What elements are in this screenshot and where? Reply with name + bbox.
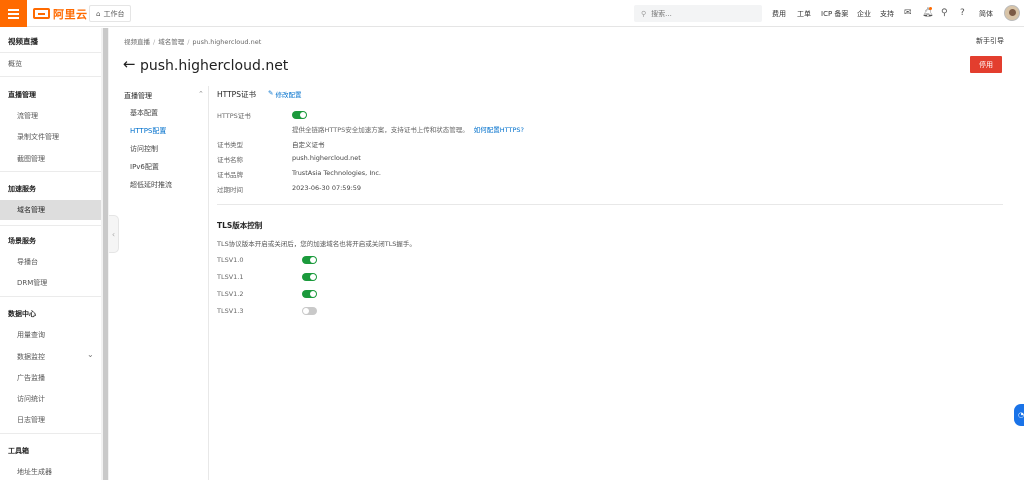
floating-help-button[interactable]: ◔: [1014, 404, 1024, 426]
sidebar-item-monitoring[interactable]: 数据监控: [0, 352, 101, 362]
chevron-down-icon[interactable]: ⌄: [87, 350, 94, 359]
language-switch[interactable]: 简体: [979, 9, 993, 19]
subnav-ipv6[interactable]: IPv6配置: [130, 162, 159, 172]
sidebar-group-tools: 工具箱: [8, 447, 29, 455]
tls-description: TLS协议版本开启或关闭后，您的加速域名也将开启或关闭TLS握手。: [217, 240, 416, 248]
sidebar-item-snapshots[interactable]: 截图管理: [0, 154, 101, 164]
pencil-icon: ✎: [268, 89, 274, 97]
cert-name-value: push.highercloud.net: [292, 154, 361, 162]
sidebar-group-live: 直播管理: [8, 91, 36, 99]
cert-type-value: 自定义证书: [292, 141, 325, 149]
breadcrumb-domains[interactable]: 域名管理: [158, 38, 184, 46]
sidebar-item-access-stats[interactable]: 访问统计: [0, 394, 101, 404]
https-cert-label: HTTPS证书: [217, 112, 251, 120]
tls13-label: TLSV1.3: [217, 307, 244, 315]
subnav-basic[interactable]: 基本配置: [130, 108, 158, 118]
tls11-toggle[interactable]: [302, 273, 317, 281]
nav-icp[interactable]: ICP 备案: [821, 9, 848, 19]
collapse-sidebar-button[interactable]: ‹: [109, 215, 119, 253]
cert-expiry-label: 过期时间: [217, 186, 243, 194]
guide-link[interactable]: 新手引导: [976, 36, 1004, 46]
nav-support[interactable]: 支持: [880, 9, 894, 19]
subnav-low-latency[interactable]: 超低延时推流: [130, 180, 172, 190]
edit-config-link[interactable]: ✎ 修改配置: [268, 89, 301, 99]
sidebar-group-acceleration: 加速服务: [8, 185, 36, 193]
sidebar-item-director[interactable]: 导播台: [0, 257, 101, 267]
subnav-access-control[interactable]: 访问控制: [130, 144, 158, 154]
sidebar-scrollbar-thumb[interactable]: [103, 28, 108, 480]
cert-brand-value: TrustAsia Technologies, Inc.: [292, 169, 381, 177]
sidebar: 视频直播 概览 直播管理 流管理 录制文件管理 截图管理 加速服务 域名管理 场…: [0, 28, 101, 480]
page-title: push.highercloud.net: [140, 58, 289, 74]
sidebar-item-url-generator[interactable]: 地址生成器: [0, 467, 101, 477]
nav-fees[interactable]: 费用: [772, 9, 786, 19]
back-arrow-icon[interactable]: ←: [123, 55, 136, 73]
home-icon: ⌂: [96, 9, 101, 18]
tls10-label: TLSV1.0: [217, 256, 244, 264]
sidebar-item-usage[interactable]: 用量查询: [0, 330, 101, 340]
chevron-up-icon[interactable]: ⌃: [198, 90, 204, 98]
avatar[interactable]: [1004, 5, 1020, 21]
https-section-title: HTTPS证书: [217, 90, 256, 99]
chat-icon: ◔: [1017, 411, 1024, 419]
chevron-left-icon: ‹: [111, 229, 116, 239]
section-divider: [217, 204, 1003, 205]
breadcrumb-current: push.highercloud.net: [192, 38, 262, 46]
location-icon[interactable]: ⚲: [941, 8, 948, 18]
sidebar-item-domains[interactable]: 域名管理: [0, 200, 101, 220]
search-box[interactable]: ⚲: [634, 5, 762, 22]
tls12-toggle[interactable]: [302, 290, 317, 298]
nav-tickets[interactable]: 工单: [797, 9, 811, 19]
sidebar-item-ad-monitor[interactable]: 广告监播: [0, 373, 101, 383]
logo-text: 阿里云: [53, 7, 88, 21]
breadcrumb-live[interactable]: 视频直播: [124, 38, 150, 46]
notification-dot: [929, 7, 932, 10]
cert-expiry-value: 2023-06-30 07:59:59: [292, 184, 362, 192]
aliyun-logo-icon: [33, 8, 50, 19]
bell-icon[interactable]: 🔔︎: [922, 8, 933, 18]
tls12-label: TLSV1.2: [217, 290, 244, 298]
menu-icon[interactable]: [0, 0, 27, 27]
tls10-toggle[interactable]: [302, 256, 317, 264]
sidebar-group-data: 数据中心: [8, 310, 36, 318]
subnav-divider: [208, 86, 209, 480]
subnav-head[interactable]: 直播管理: [124, 91, 152, 101]
search-icon: ⚲: [641, 9, 647, 18]
top-bar: 阿里云 ⌂ 工作台 ⚲ 费用 工单 ICP 备案 企业 支持 ✉ 🔔︎ ⚲ ? …: [0, 0, 1024, 27]
sidebar-group-scenes: 场景服务: [8, 237, 36, 245]
subnav-https[interactable]: HTTPS配置: [130, 126, 166, 136]
cert-type-label: 证书类型: [217, 141, 243, 149]
logo[interactable]: 阿里云: [33, 7, 88, 21]
workbench-label: 工作台: [103, 9, 125, 18]
cert-brand-label: 证书品牌: [217, 171, 243, 179]
tls13-toggle[interactable]: [302, 307, 317, 315]
search-input[interactable]: [651, 9, 752, 18]
tls11-label: TLSV1.1: [217, 273, 244, 281]
workbench-button[interactable]: ⌂ 工作台: [89, 5, 132, 22]
sidebar-title: 视频直播: [8, 37, 38, 46]
breadcrumb: 视频直播 / 域名管理 / push.highercloud.net: [124, 38, 262, 46]
tls-section-title: TLS版本控制: [217, 221, 263, 230]
https-description: 提供全链路HTTPS安全加速方案，支持证书上传和状态管理。 如何配置HTTPS?: [292, 126, 524, 134]
sidebar-item-drm[interactable]: DRM管理: [0, 278, 101, 288]
edit-config-label: 修改配置: [275, 91, 302, 99]
how-to-configure-https-link[interactable]: 如何配置HTTPS?: [474, 126, 524, 134]
https-cert-toggle[interactable]: [292, 111, 307, 119]
cert-name-label: 证书名称: [217, 156, 243, 164]
sidebar-item-logs[interactable]: 日志管理: [0, 415, 101, 425]
sidebar-item-recordings[interactable]: 录制文件管理: [0, 132, 101, 142]
help-icon[interactable]: ?: [960, 8, 965, 18]
mail-icon[interactable]: ✉: [904, 8, 912, 18]
sidebar-item-streams[interactable]: 流管理: [0, 111, 101, 121]
sidebar-item-overview[interactable]: 概览: [0, 59, 101, 69]
stop-button[interactable]: 停用: [970, 56, 1002, 73]
nav-enterprise[interactable]: 企业: [857, 9, 871, 19]
